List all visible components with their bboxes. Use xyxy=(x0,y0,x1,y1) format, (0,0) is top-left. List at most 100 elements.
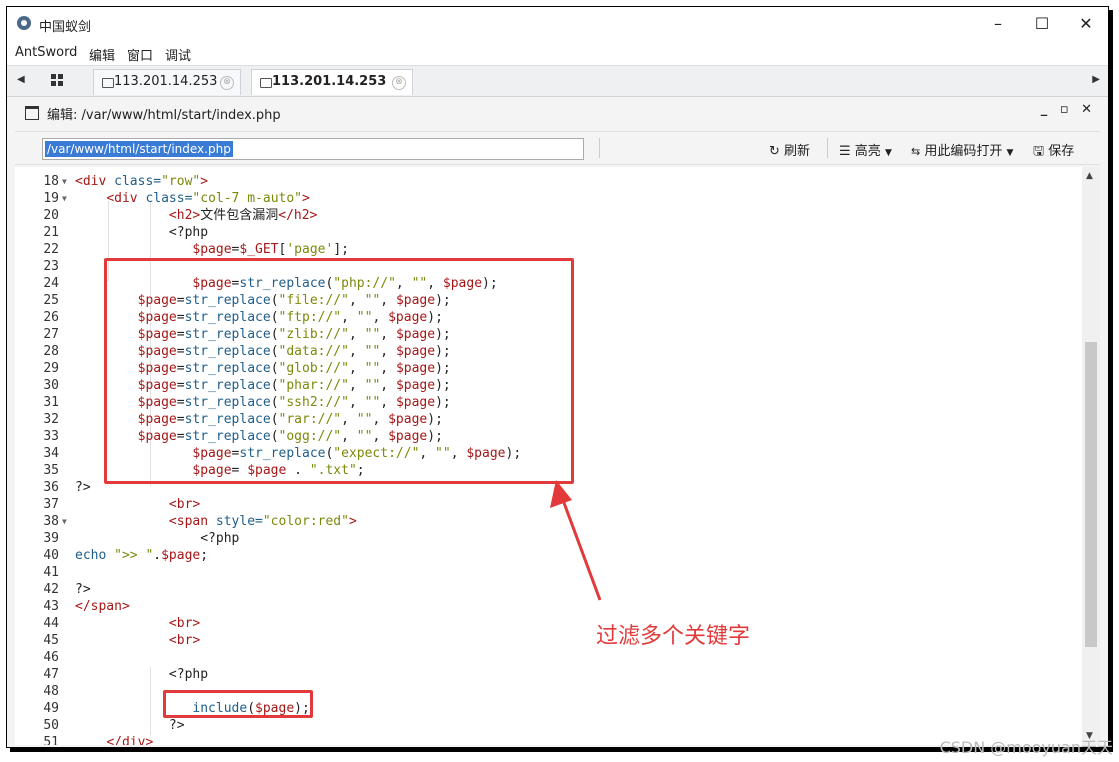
line-number: 30 xyxy=(43,378,59,393)
path-input[interactable]: /var/www/html/start/index.php xyxy=(42,138,584,160)
fold-toggle-icon[interactable]: ▼ xyxy=(62,173,67,190)
highlight-button[interactable]: ☰ 高亮 ▼ xyxy=(839,140,892,159)
code-text: </span> xyxy=(75,599,130,614)
line-number: 43 xyxy=(43,599,59,614)
tab-bar: ◀ 113.201.14.253 ⊗ 113.201.14.253 ⊗ ▶ xyxy=(7,65,1108,97)
panel-window-controls[interactable]: _ ▫ ✕ xyxy=(1041,102,1096,117)
line-number: 50 xyxy=(43,718,59,733)
window-title: 中国蚁剑 xyxy=(39,20,92,35)
line-number: 31 xyxy=(43,395,59,410)
title-bar: 中国蚁剑 – ☐ ✕ xyxy=(7,7,1108,41)
line-number: 22 xyxy=(43,242,59,257)
watermark: CSDN @mooyuan天天 xyxy=(939,738,1113,757)
minimize-button[interactable]: – xyxy=(980,12,1016,36)
menu-bar: AntSword 编辑 窗口 调试 xyxy=(7,41,1108,65)
line-number: 49 xyxy=(43,701,59,716)
line-number: 41 xyxy=(43,565,59,580)
line-number: 51 xyxy=(43,735,59,745)
code-text: <?php xyxy=(75,667,209,682)
line-number: 23 xyxy=(43,259,59,274)
line-number: 28 xyxy=(43,344,59,359)
open-with-encoding-button[interactable]: ⇆ 用此编码打开 ▼ xyxy=(911,140,1013,159)
include-highlight-box xyxy=(163,690,313,718)
tab-scroll-left-icon[interactable]: ◀ xyxy=(17,74,25,85)
code-text: <div class="row"> xyxy=(75,174,209,189)
code-text: <br> xyxy=(168,497,201,512)
line-number: 48 xyxy=(43,684,59,699)
editor-panel-header: 编辑: /var/www/html/start/index.php _ ▫ ✕ xyxy=(15,99,1100,125)
tab-close-icon[interactable]: ⊗ xyxy=(392,76,406,90)
line-number: 36 xyxy=(43,480,59,495)
line-number: 20 xyxy=(43,208,59,223)
code-line[interactable]: 51 </div> xyxy=(15,734,1082,745)
annotation-text: 过滤多个关键字 xyxy=(596,624,751,649)
code-line[interactable]: 46 xyxy=(15,649,1082,666)
code-text: $page=$_GET['page']; xyxy=(192,242,349,257)
code-line[interactable]: 50 ?> xyxy=(15,717,1082,734)
menu-antsword[interactable]: AntSword xyxy=(15,45,77,60)
fold-toggle-icon[interactable]: ▼ xyxy=(62,190,67,207)
close-button[interactable]: ✕ xyxy=(1068,12,1104,36)
antsword-logo-icon xyxy=(17,16,31,30)
menu-edit[interactable]: 编辑 xyxy=(89,45,115,64)
line-number: 45 xyxy=(43,633,59,648)
menu-window[interactable]: 窗口 xyxy=(127,45,153,64)
folder-icon xyxy=(102,78,114,88)
line-number: 26 xyxy=(43,310,59,325)
code-line[interactable]: 22 $page=$_GET['page']; xyxy=(15,241,1082,258)
line-number: 46 xyxy=(43,650,59,665)
scroll-up-icon[interactable]: ▲ xyxy=(1086,171,1093,181)
save-icon: 🖫 xyxy=(1033,144,1045,159)
code-text: <span style="color:red"> xyxy=(168,514,357,529)
code-line[interactable]: 18 ▼ <div class="row"> xyxy=(15,173,1082,190)
filter-highlight-box xyxy=(104,258,574,484)
code-text: <?php xyxy=(75,531,240,546)
line-number: 32 xyxy=(43,412,59,427)
code-line[interactable]: 44 <br> xyxy=(15,615,1082,632)
code-line[interactable]: 20 <h2>文件包含漏洞</h2> xyxy=(15,207,1082,224)
editor-scrollbar[interactable]: ▲ ▼ xyxy=(1082,167,1100,745)
encoding-icon: ⇆ xyxy=(911,145,921,158)
tab-connection-2[interactable]: 113.201.14.253 ⊗ xyxy=(251,69,413,95)
code-text: </div> xyxy=(106,735,154,745)
tab-connection-1[interactable]: 113.201.14.253 ⊗ xyxy=(93,69,241,95)
line-number: 44 xyxy=(43,616,59,631)
path-text: /var/www/html/start/index.php xyxy=(45,141,233,157)
code-text: ?> xyxy=(75,582,91,597)
tab-scroll-right-icon[interactable]: ▶ xyxy=(1092,74,1100,85)
line-number: 27 xyxy=(43,327,59,342)
folder-icon xyxy=(260,78,272,88)
code-text: ?> xyxy=(75,480,91,495)
line-number: 21 xyxy=(43,225,59,240)
tab-close-icon[interactable]: ⊗ xyxy=(220,76,234,90)
line-number: 25 xyxy=(43,293,59,308)
fold-toggle-icon[interactable]: ▼ xyxy=(62,513,67,530)
line-number: 42 xyxy=(43,582,59,597)
menu-debug[interactable]: 调试 xyxy=(165,45,191,64)
code-text: ?> xyxy=(75,718,185,733)
code-line[interactable]: 21 <?php xyxy=(15,224,1082,241)
line-number: 24 xyxy=(43,276,59,291)
editor-toolbar: /var/www/html/start/index.php ↻ 刷新 ☰ 高亮 … xyxy=(15,131,1100,165)
window-icon xyxy=(25,106,39,120)
line-number: 39 xyxy=(43,531,59,546)
line-number: 40 xyxy=(43,548,59,563)
chevron-down-icon: ▼ xyxy=(1006,148,1014,158)
code-line[interactable]: 45 <br> xyxy=(15,632,1082,649)
line-number: 33 xyxy=(43,429,59,444)
line-number: 29 xyxy=(43,361,59,376)
annotation-arrow xyxy=(550,480,602,601)
refresh-button[interactable]: ↻ 刷新 xyxy=(769,140,810,159)
code-text: <div class="col-7 m-auto"> xyxy=(106,191,310,206)
code-text: echo ">> ".$page; xyxy=(75,548,209,563)
code-text: <br> xyxy=(168,616,201,631)
code-line[interactable]: 47 <?php xyxy=(15,666,1082,683)
tab-label: 113.201.14.253 xyxy=(114,74,218,89)
code-text: <br> xyxy=(168,633,201,648)
save-button[interactable]: 🖫 保存 xyxy=(1033,140,1074,164)
code-text: <h2>文件包含漏洞</h2> xyxy=(168,208,318,223)
scrollbar-thumb[interactable] xyxy=(1085,342,1097,647)
code-line[interactable]: 19 ▼ <div class="col-7 m-auto"> xyxy=(15,190,1082,207)
maximize-button[interactable]: ☐ xyxy=(1024,12,1060,36)
grid-home-icon[interactable] xyxy=(51,74,63,86)
